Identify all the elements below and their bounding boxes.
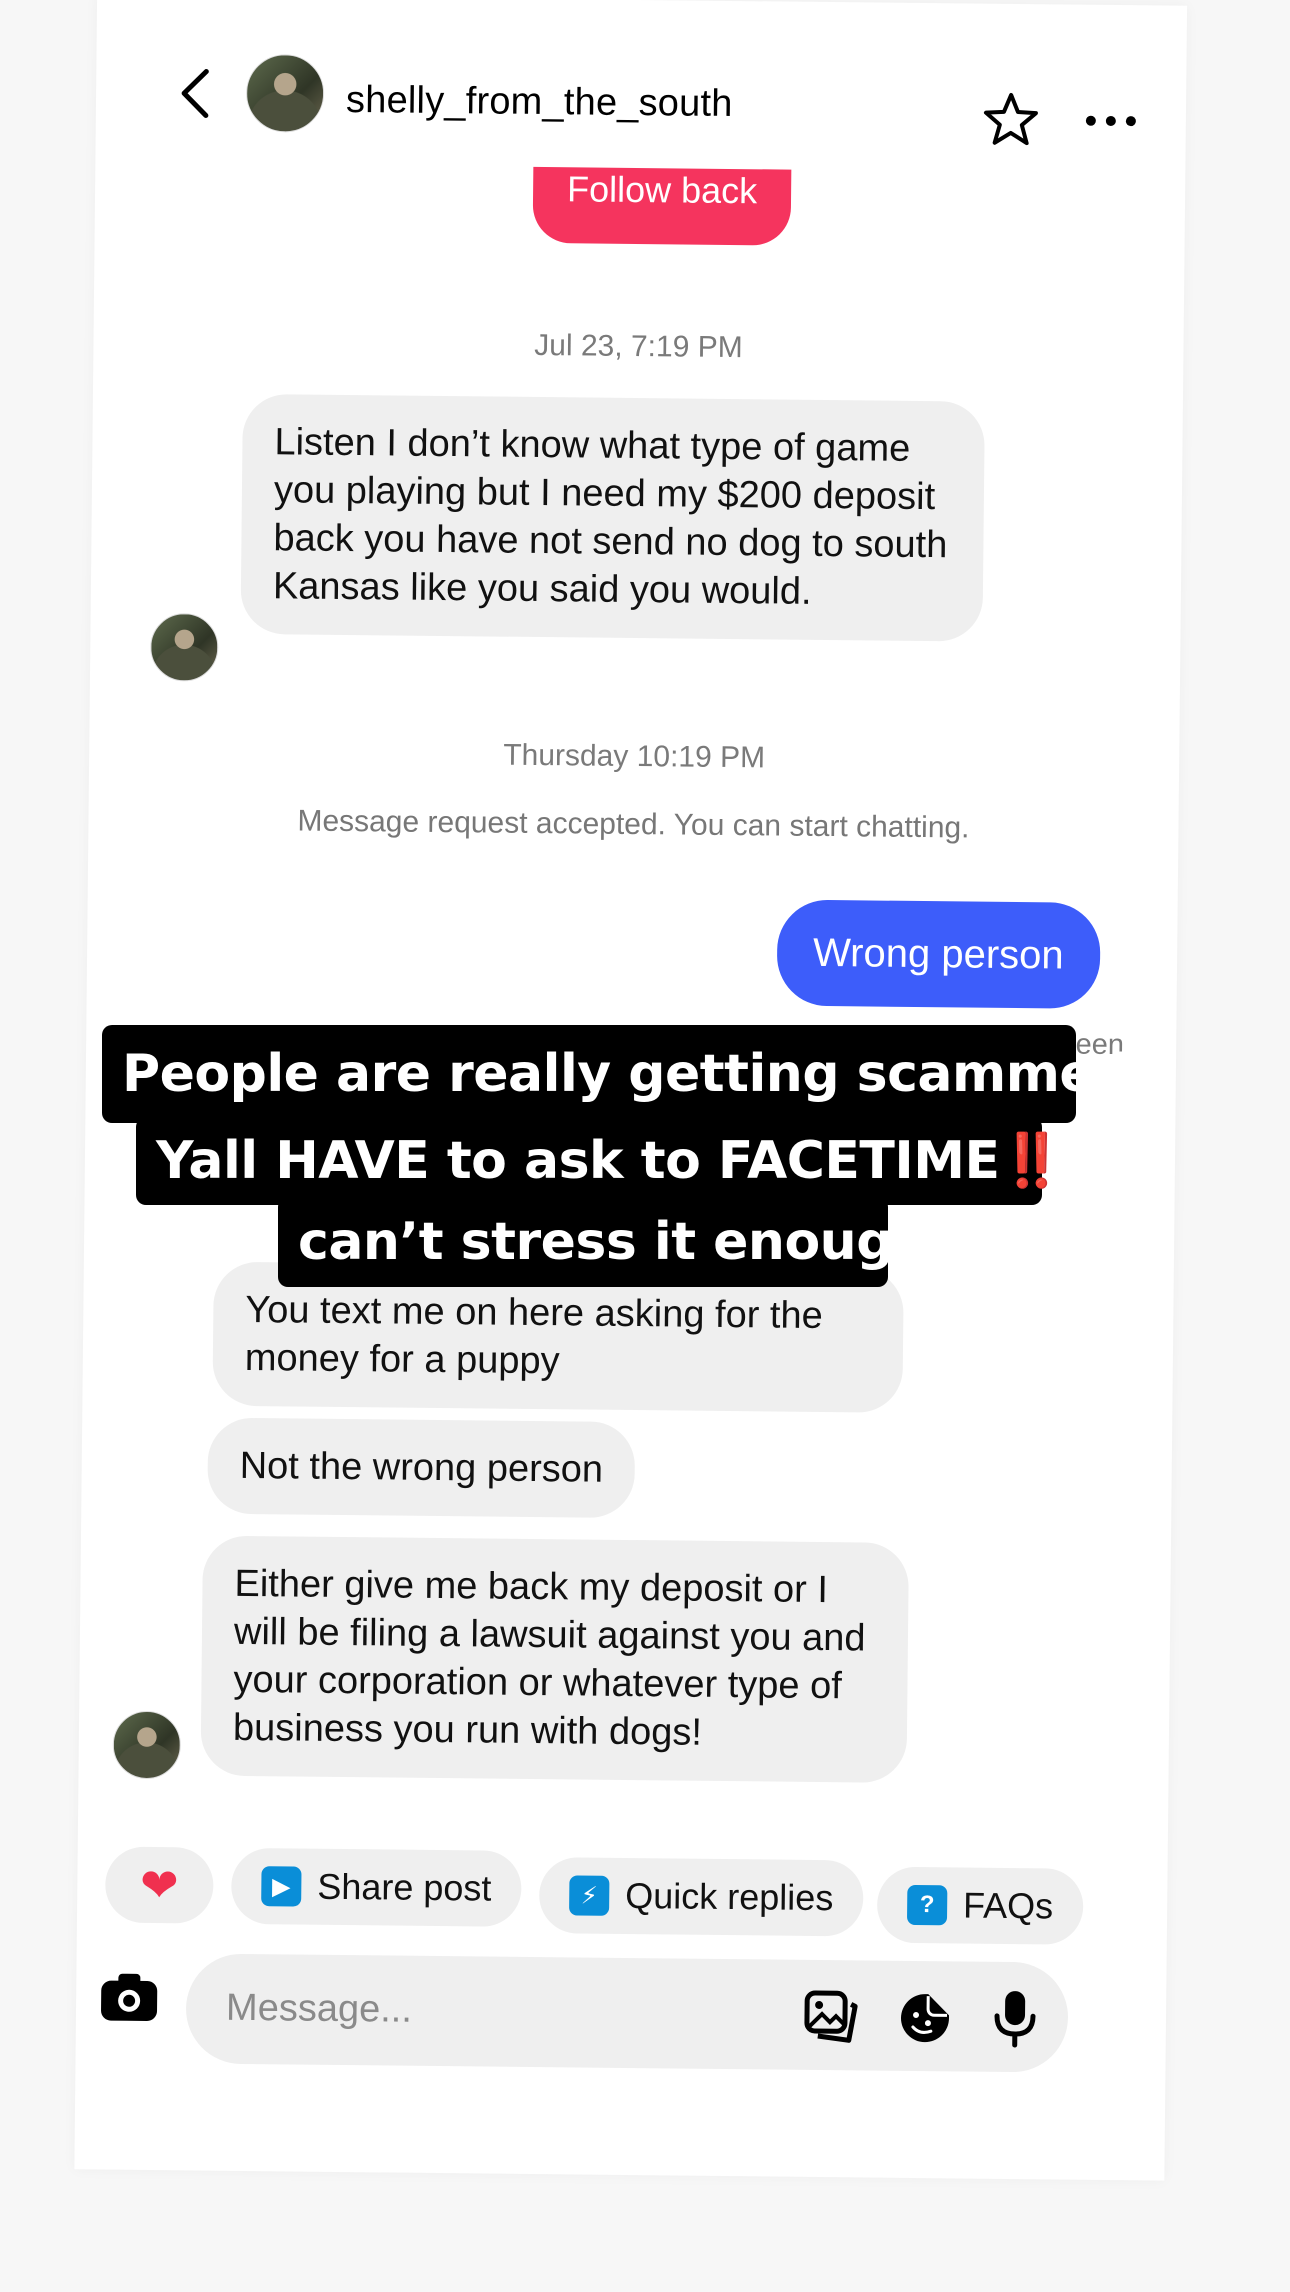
caption-line: Yall HAVE to ask to FACETIME‼️ I <box>136 1117 1101 1205</box>
share-post-label: Share post <box>317 1865 492 1909</box>
camera-icon[interactable] <box>98 1970 161 2023</box>
star-icon[interactable] <box>981 90 1042 151</box>
sticker-icon[interactable] <box>898 1991 953 2046</box>
timestamp: Thursday 10:19 PM <box>503 738 766 775</box>
timestamp: Jul 23, 7:19 PM <box>534 328 743 365</box>
faqs-button[interactable]: ? FAQs <box>876 1866 1084 1945</box>
incoming-message[interactable]: Not the wrong person <box>207 1417 636 1519</box>
avatar[interactable] <box>245 53 325 133</box>
faqs-label: FAQs <box>962 1884 1054 1927</box>
incoming-message[interactable]: Listen I don’t know what type of game yo… <box>240 393 985 642</box>
chevron-left-icon[interactable] <box>176 63 217 123</box>
message-composer <box>185 1953 1069 2073</box>
microphone-icon[interactable] <box>992 1988 1039 2048</box>
share-post-button[interactable]: ▶ Share post <box>230 1847 522 1927</box>
double-exclamation-icon: ‼️ <box>999 1131 1065 1191</box>
system-note: Message request accepted. You can start … <box>297 804 970 845</box>
quick-replies-label: Quick replies <box>625 1874 834 1919</box>
sender-avatar[interactable] <box>149 612 219 682</box>
play-icon: ▶ <box>261 1866 302 1907</box>
screenshot-page: shelly_from_the_south Follow back Jul 23… <box>0 0 1290 2292</box>
incoming-message[interactable]: Either give me back my deposit or I will… <box>200 1535 909 1783</box>
like-button[interactable]: ❤ <box>104 1846 214 1924</box>
header-username[interactable]: shelly_from_the_south <box>346 79 733 126</box>
question-icon: ? <box>906 1884 948 1926</box>
lightning-icon: ⚡ <box>569 1875 610 1916</box>
quick-replies-button[interactable]: ⚡ Quick replies <box>538 1857 864 1937</box>
more-horizontal-icon[interactable] <box>1081 111 1141 132</box>
heart-icon: ❤ <box>139 1858 179 1912</box>
caption-line: People are really getting scammed! <box>102 1025 1155 1123</box>
sender-avatar[interactable] <box>112 1710 182 1780</box>
outgoing-message[interactable]: Wrong person <box>776 899 1101 1009</box>
caption-text: Yall HAVE to ask to FACETIME <box>156 1131 1000 1191</box>
follow-back-button[interactable]: Follow back <box>532 166 792 246</box>
message-input[interactable] <box>225 1977 747 2044</box>
caption-text: I <box>1063 1131 1101 1191</box>
gallery-icon[interactable] <box>804 1990 859 2045</box>
caption-line: can’t stress it enough <box>278 1197 930 1287</box>
